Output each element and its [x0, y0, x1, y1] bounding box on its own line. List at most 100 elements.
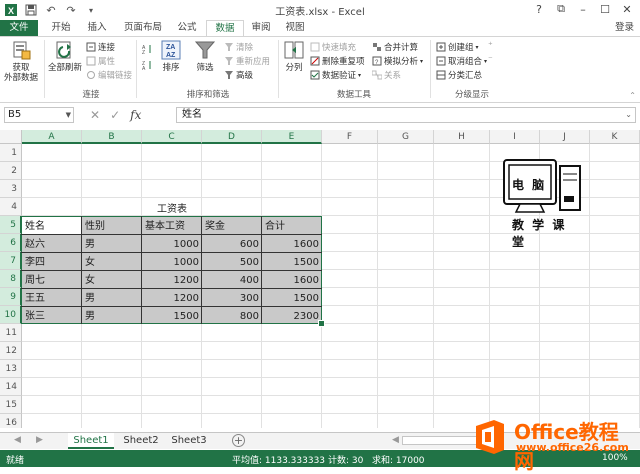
- fill-handle[interactable]: [318, 320, 325, 327]
- name-box[interactable]: B5 ▼: [4, 107, 74, 123]
- minimize-button[interactable]: –: [574, 1, 592, 17]
- tab-page-layout[interactable]: 页面布局: [118, 20, 168, 36]
- what-if-button[interactable]: ? 模拟分析 ▾: [372, 55, 423, 67]
- consolidate-button[interactable]: 合并计算: [372, 41, 418, 53]
- close-button[interactable]: ✕: [618, 1, 636, 17]
- relationships-button[interactable]: 关系: [371, 69, 401, 81]
- row-header-13[interactable]: 13: [0, 360, 22, 378]
- sheet-tab-1[interactable]: Sheet1: [68, 433, 114, 449]
- table-cell[interactable]: 1200: [142, 270, 202, 288]
- column-header-g[interactable]: G: [378, 130, 434, 144]
- collapse-ribbon-icon[interactable]: ⌃: [629, 91, 636, 100]
- select-all-corner[interactable]: [0, 130, 22, 144]
- column-header-b[interactable]: B: [82, 130, 142, 144]
- login-link[interactable]: 登录: [615, 20, 634, 36]
- table-header-cell[interactable]: 姓名: [22, 216, 82, 234]
- table-cell[interactable]: 1000: [142, 252, 202, 270]
- table-cell[interactable]: 女: [82, 252, 142, 270]
- table-cell[interactable]: 王五: [22, 288, 82, 306]
- table-cell[interactable]: 女: [82, 270, 142, 288]
- tab-data[interactable]: 数据: [206, 20, 244, 36]
- prev-sheet-icon[interactable]: ◀: [14, 435, 21, 445]
- table-cell[interactable]: 男: [82, 288, 142, 306]
- row-header-9[interactable]: 9: [0, 288, 22, 306]
- flash-fill-button[interactable]: 快速填充: [310, 41, 356, 53]
- next-sheet-icon[interactable]: ▶: [36, 435, 43, 445]
- table-cell[interactable]: 1200: [142, 288, 202, 306]
- table-cell[interactable]: 赵六: [22, 234, 82, 252]
- cancel-icon[interactable]: ✕: [90, 108, 100, 122]
- tab-view[interactable]: 视图: [280, 20, 310, 36]
- column-header-i[interactable]: I: [490, 130, 540, 144]
- row-header-5[interactable]: 5: [0, 216, 22, 234]
- row-header-16[interactable]: 16: [0, 414, 22, 428]
- tab-review[interactable]: 审阅: [246, 20, 276, 36]
- reapply-button[interactable]: 重新应用: [224, 55, 270, 67]
- hide-detail-icon[interactable]: ⁻: [488, 55, 493, 65]
- row-header-10[interactable]: 10: [0, 306, 22, 324]
- tab-insert[interactable]: 插入: [80, 20, 114, 36]
- row-header-2[interactable]: 2: [0, 162, 22, 180]
- table-cell[interactable]: 1600: [262, 234, 322, 252]
- sheet-tab-2[interactable]: Sheet2: [118, 433, 164, 449]
- tab-home[interactable]: 开始: [44, 20, 78, 36]
- row-header-3[interactable]: 3: [0, 180, 22, 198]
- table-header-cell[interactable]: 性别: [82, 216, 142, 234]
- table-cell[interactable]: 1000: [142, 234, 202, 252]
- insert-function-icon[interactable]: fx: [130, 108, 141, 122]
- connections-button[interactable]: 连接: [86, 41, 115, 53]
- data-validation-button[interactable]: 数据验证 ▾: [310, 69, 361, 81]
- table-cell[interactable]: 周七: [22, 270, 82, 288]
- row-header-11[interactable]: 11: [0, 324, 22, 342]
- column-header-j[interactable]: J: [540, 130, 590, 144]
- table-cell[interactable]: 400: [202, 270, 262, 288]
- chevron-down-icon[interactable]: ▼: [66, 108, 71, 122]
- column-header-k[interactable]: K: [590, 130, 640, 144]
- sort-desc-button[interactable]: ZA: [142, 59, 152, 72]
- advanced-button[interactable]: 高级: [224, 69, 253, 81]
- table-cell[interactable]: 男: [82, 234, 142, 252]
- column-header-c[interactable]: C: [142, 130, 202, 144]
- table-cell[interactable]: 1500: [142, 306, 202, 324]
- show-detail-icon[interactable]: ⁺: [488, 41, 493, 51]
- tab-formulas[interactable]: 公式: [170, 20, 204, 36]
- ribbon-display-button[interactable]: ⧉: [552, 1, 570, 17]
- table-cell[interactable]: 600: [202, 234, 262, 252]
- table-cell[interactable]: 2300: [262, 306, 322, 324]
- row-header-6[interactable]: 6: [0, 234, 22, 252]
- properties-button[interactable]: 属性: [86, 55, 115, 67]
- row-header-12[interactable]: 12: [0, 342, 22, 360]
- column-header-h[interactable]: H: [434, 130, 490, 144]
- scroll-left-icon[interactable]: ◀: [392, 435, 399, 445]
- column-header-a[interactable]: A: [22, 130, 82, 144]
- table-cell[interactable]: 1500: [262, 288, 322, 306]
- row-header-1[interactable]: 1: [0, 144, 22, 162]
- ungroup-button[interactable]: 取消组合 ▾: [436, 55, 487, 67]
- group-button[interactable]: 创建组 ▾: [436, 41, 479, 53]
- filter-button[interactable]: 筛选: [190, 39, 220, 73]
- tab-file[interactable]: 文件: [0, 20, 38, 36]
- text-to-columns-button[interactable]: 分列: [280, 39, 308, 73]
- expand-formula-icon[interactable]: ⌄: [625, 108, 632, 122]
- table-cell[interactable]: 李四: [22, 252, 82, 270]
- column-header-d[interactable]: D: [202, 130, 262, 144]
- formula-input[interactable]: 姓名 ⌄: [176, 107, 636, 123]
- remove-duplicates-button[interactable]: 删除重复项: [310, 55, 365, 67]
- sheet-tab-3[interactable]: Sheet3: [166, 433, 212, 449]
- table-cell[interactable]: 1600: [262, 270, 322, 288]
- row-header-14[interactable]: 14: [0, 378, 22, 396]
- row-header-8[interactable]: 8: [0, 270, 22, 288]
- column-header-f[interactable]: F: [322, 130, 378, 144]
- table-cell[interactable]: 800: [202, 306, 262, 324]
- table-cell[interactable]: 500: [202, 252, 262, 270]
- table-cell[interactable]: 男: [82, 306, 142, 324]
- get-external-data-button[interactable]: 获取 外部数据: [2, 39, 40, 83]
- maximize-button[interactable]: ☐: [596, 1, 614, 17]
- edit-links-button[interactable]: 编辑链接: [86, 69, 132, 81]
- add-sheet-button[interactable]: +: [232, 434, 245, 447]
- clear-button[interactable]: 清除: [224, 41, 253, 53]
- sort-asc-button[interactable]: AZ: [142, 43, 152, 56]
- help-button[interactable]: ?: [530, 1, 548, 17]
- table-title[interactable]: 工资表: [22, 200, 322, 215]
- table-cell[interactable]: 张三: [22, 306, 82, 324]
